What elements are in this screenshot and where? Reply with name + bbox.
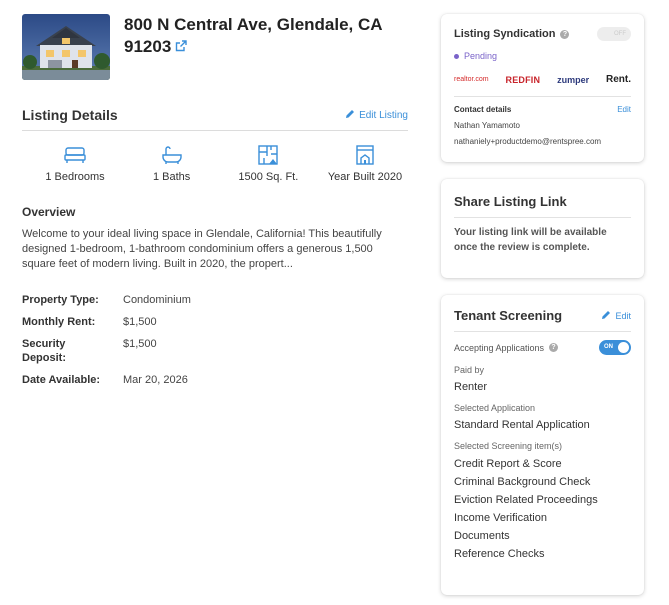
listing-syndication-card: Listing Syndication ? OFF Pending realto…: [441, 14, 644, 162]
feature-bedrooms: 1 Bedrooms: [32, 144, 118, 183]
contact-details-header: Contact details Edit: [454, 105, 631, 114]
property-value: $1,500: [123, 316, 157, 328]
listing-details-header: Listing Details Edit Listing: [22, 107, 408, 131]
building-icon: [355, 144, 375, 166]
edit-listing-button[interactable]: Edit Listing: [345, 109, 408, 122]
overview-text: Welcome to your ideal living space in Gl…: [22, 228, 382, 270]
list-item: Income Verification: [454, 512, 547, 524]
list-item: Documents: [454, 530, 510, 542]
help-icon[interactable]: ?: [549, 343, 559, 352]
paid-by-label: Paid by: [454, 365, 485, 375]
floorplan-icon: [258, 144, 279, 166]
feature-baths: 1 Baths: [129, 144, 215, 183]
edit-label: Edit: [615, 310, 631, 321]
screening-items-list: Credit Report & Score Criminal Backgroun…: [454, 455, 631, 563]
share-listing-message: Your listing link will be available once…: [454, 227, 607, 253]
feature-label: 1500 Sq. Ft.: [238, 171, 299, 183]
address-line-1: 800 N Central Ave, Glendale, CA: [124, 15, 383, 34]
edit-screening-button[interactable]: Edit: [601, 310, 631, 322]
property-facts: Property Type: Condominium Monthly Rent:…: [22, 293, 408, 387]
feature-label: Year Built 2020: [327, 171, 403, 183]
address-line-2: 91203: [124, 37, 172, 56]
listing-header: 800 N Central Ave, Glendale, CA 91203: [22, 14, 408, 80]
property-key: Property Type:: [22, 294, 99, 306]
help-icon[interactable]: ?: [560, 29, 570, 39]
screening-title: Tenant Screening: [454, 308, 563, 323]
toggle-knob: [618, 342, 629, 353]
listing-address: 800 N Central Ave, Glendale, CA 91203: [124, 14, 383, 59]
list-item: Criminal Background Check: [454, 476, 591, 488]
tenant-screening-card: Tenant Screening Edit Accepting Applicat…: [441, 295, 644, 595]
contact-details-label: Contact details: [454, 105, 512, 114]
accepting-applications-row: Accepting Applications ? ON: [454, 340, 631, 355]
property-key: Monthly Rent:: [22, 316, 96, 328]
accepting-applications-label: Accepting Applications: [454, 342, 545, 353]
feature-year-built: Year Built 2020: [322, 144, 408, 183]
list-item: Reference Checks: [454, 548, 545, 560]
list-item: Credit Report & Score: [454, 458, 562, 470]
external-link-icon[interactable]: [175, 37, 187, 59]
syndication-title-wrap: Listing Syndication ?: [454, 28, 570, 40]
pencil-icon: [601, 310, 611, 322]
redfin-logo: REDFIN: [505, 74, 541, 85]
toggle-label: OFF: [614, 31, 626, 37]
feature-label: 1 Baths: [153, 171, 191, 183]
screening-items-label: Selected Screening item(s): [454, 441, 563, 451]
realtor-logo: realtor.com: [454, 76, 489, 83]
property-row: Security Deposit: $1,500: [22, 337, 408, 365]
rent-logo: Rent.: [605, 74, 631, 85]
status-text: Pending: [464, 51, 498, 61]
syndication-toggle[interactable]: OFF: [597, 27, 631, 41]
property-photo[interactable]: [22, 14, 110, 80]
screening-header: Tenant Screening Edit: [454, 308, 631, 332]
share-listing-title: Share Listing Link: [454, 194, 631, 218]
property-row: Date Available: Mar 20, 2026: [22, 373, 408, 387]
syndication-title: Listing Syndication: [454, 28, 556, 40]
edit-listing-label: Edit Listing: [359, 109, 408, 121]
property-value: Mar 20, 2026: [123, 374, 188, 386]
contact-email: nathaniely+productdemo@rentspree.com: [454, 137, 602, 146]
partner-logos: realtor.com REDFIN zumper Rent.: [454, 74, 631, 97]
bath-icon: [161, 144, 182, 166]
edit-contact-button[interactable]: Edit: [617, 105, 631, 114]
property-row: Property Type: Condominium: [22, 293, 408, 307]
listing-details-title: Listing Details: [22, 107, 118, 123]
listing-panel: 800 N Central Ave, Glendale, CA 91203 Li…: [22, 14, 408, 395]
selected-application-label: Selected Application: [454, 403, 536, 413]
selected-application-value: Standard Rental Application: [454, 419, 590, 431]
bed-icon: [64, 144, 86, 166]
overview-title: Overview: [22, 205, 76, 219]
feature-square-feet: 1500 Sq. Ft.: [225, 144, 311, 183]
zumper-logo: zumper: [557, 74, 590, 85]
accepting-label-wrap: Accepting Applications ?: [454, 342, 559, 353]
accepting-applications-toggle[interactable]: ON: [599, 340, 631, 355]
share-listing-card: Share Listing Link Your listing link wil…: [441, 179, 644, 278]
property-key: Date Available:: [22, 374, 101, 386]
feature-label: 1 Bedrooms: [45, 171, 105, 183]
contact-name: Nathan Yamamoto: [454, 121, 520, 130]
property-row: Monthly Rent: $1,500: [22, 315, 408, 329]
status-dot-icon: [454, 53, 459, 59]
property-value: Condominium: [123, 294, 191, 306]
property-value: $1,500: [123, 338, 157, 350]
list-item: Eviction Related Proceedings: [454, 494, 598, 506]
pencil-icon: [345, 109, 355, 122]
paid-by-value: Renter: [454, 381, 488, 393]
toggle-label: ON: [604, 344, 613, 350]
feature-list: 1 Bedrooms 1 Baths 1500 Sq. Ft. Year Bui…: [22, 144, 408, 183]
property-key: Security Deposit:: [22, 338, 66, 364]
syndication-header: Listing Syndication ? OFF: [454, 27, 631, 41]
syndication-status: Pending: [454, 51, 631, 61]
